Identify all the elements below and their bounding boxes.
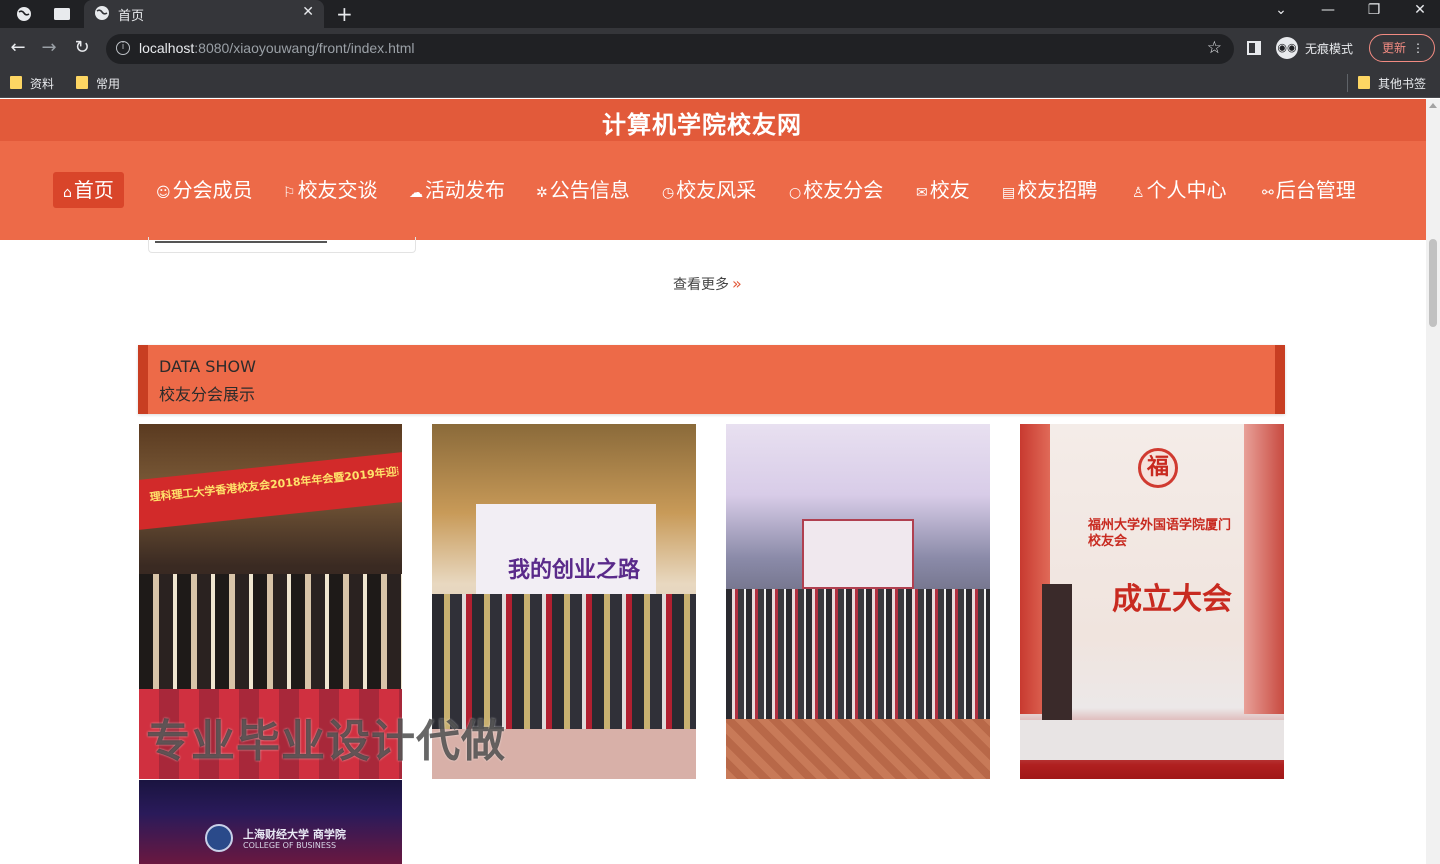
photo-headline: 成立大会 xyxy=(1112,582,1232,617)
url-text[interactable]: localhost:8080/xiaoyouwang/front/index.h… xyxy=(139,40,415,56)
page-viewport: 计算机学院校友网 ⌂ 首页 ☺ 分会成员 ⚐ 校友交谈 ☁ 活动发布 ✲ 公告信息 ◷ 校友… xyxy=(0,99,1440,864)
nav-item-branches[interactable]: ○ 校友分会 xyxy=(783,172,889,208)
cloud-icon: ☁ xyxy=(409,185,423,201)
bookmarks-bar: 资料 常用 其他书签 xyxy=(0,68,1440,98)
branch-photo-4[interactable]: 福 福州大学外国语学院厦门校友会 成立大会 xyxy=(1020,424,1284,779)
browser-tab-bar: 首页 ✕ + ⌄ — ❐ ✕ xyxy=(0,0,1440,28)
nav-item-notices[interactable]: ✲ 公告信息 xyxy=(530,172,636,208)
link-icon: ⚯ xyxy=(1262,185,1274,201)
site-title: 计算机学院校友网 xyxy=(602,111,802,139)
flag-icon: ⚐ xyxy=(283,185,296,201)
info-icon[interactable]: i xyxy=(116,41,130,55)
branch-photo-3[interactable] xyxy=(726,424,990,779)
scrollbar-thumb[interactable] xyxy=(1429,239,1437,327)
nav-item-events[interactable]: ☁ 活动发布 xyxy=(403,172,511,208)
folder-icon xyxy=(10,76,22,89)
scroll-up-icon[interactable] xyxy=(1429,103,1437,108)
chevron-down-icon[interactable]: ⌄ xyxy=(1258,2,1304,18)
tab-strip-icon[interactable] xyxy=(52,4,72,24)
bookmark-folder-1[interactable]: 常用 xyxy=(74,75,120,92)
nav-item-home[interactable]: ⌂ 首页 xyxy=(53,172,124,208)
nav-item-jobs[interactable]: ▤ 校友招聘 xyxy=(996,172,1103,208)
close-window-icon[interactable]: ✕ xyxy=(1397,2,1440,18)
back-arrow-icon[interactable]: ← xyxy=(7,37,29,58)
nav-item-profile[interactable]: ♙ 个人中心 xyxy=(1126,172,1233,208)
globe-icon xyxy=(94,5,110,25)
smile-icon: ☺ xyxy=(156,185,171,201)
incognito-label: 无痕模式 xyxy=(1305,42,1354,56)
photo-banner-text: 福州大学外国语学院厦门校友会 xyxy=(1088,518,1232,549)
globe-icon[interactable] xyxy=(14,4,34,24)
home-icon: ⌂ xyxy=(63,185,72,201)
minimize-icon[interactable]: — xyxy=(1305,2,1351,18)
photo-banner-text: 上海财经大学 商学院 xyxy=(243,828,346,841)
previous-section-card xyxy=(148,237,416,253)
seal-icon: 福 xyxy=(1138,448,1178,488)
user-icon: ♙ xyxy=(1132,185,1145,201)
sparkle-icon: ✲ xyxy=(536,185,548,201)
browser-tab-home[interactable]: 首页 ✕ xyxy=(84,0,324,28)
restore-icon[interactable]: ❐ xyxy=(1351,2,1397,18)
browser-toolbar: ← → ↻ i localhost:8080/xiaoyouwang/front… xyxy=(0,28,1440,68)
double-chevron-right-icon: » xyxy=(732,274,742,293)
clipboard-icon: ▤ xyxy=(1002,185,1016,201)
branch-photo-5[interactable]: 上海财经大学 商学院 COLLEGE OF BUSINESS xyxy=(139,780,402,864)
photo-sub-text: COLLEGE OF BUSINESS xyxy=(243,841,337,850)
folder-icon xyxy=(76,76,88,89)
reload-icon[interactable]: ↻ xyxy=(71,37,93,58)
view-more-link[interactable]: 查看更多» xyxy=(673,274,742,294)
site-title-bar: 计算机学院校友网 xyxy=(0,99,1426,141)
address-bar[interactable]: i localhost:8080/xiaoyouwang/front/index… xyxy=(106,34,1234,64)
clock-icon: ◷ xyxy=(662,185,675,201)
nav-item-chat[interactable]: ⚐ 校友交谈 xyxy=(277,172,384,208)
page-scrollbar[interactable] xyxy=(1426,99,1440,864)
section-header: DATA SHOW 校友分会展示 xyxy=(138,345,1285,414)
nav-item-alumni[interactable]: ✉ 校友 xyxy=(910,172,976,208)
watermark-overlay: 专业毕业设计代做 xyxy=(146,716,506,767)
new-tab-button[interactable]: + xyxy=(336,2,353,26)
nav-item-admin[interactable]: ⚯ 后台管理 xyxy=(1256,172,1362,208)
side-panel-icon[interactable] xyxy=(1247,41,1261,55)
section-title-en: DATA SHOW xyxy=(159,357,256,376)
bookmark-folder-0[interactable]: 资料 xyxy=(8,75,54,92)
folder-icon xyxy=(1358,76,1370,89)
section-title-cn: 校友分会展示 xyxy=(159,385,256,404)
circle-icon: ○ xyxy=(789,185,802,201)
mail-icon: ✉ xyxy=(916,185,928,201)
close-icon[interactable]: ✕ xyxy=(302,4,314,20)
forward-arrow-icon[interactable]: → xyxy=(38,37,60,58)
star-icon[interactable]: ☆ xyxy=(1207,38,1222,58)
photo-banner-text: 我的创业之路 xyxy=(508,558,641,583)
update-button[interactable]: 更新 ⋮ xyxy=(1369,34,1435,62)
bookmark-separator xyxy=(1347,74,1348,92)
more-menu-icon[interactable]: ⋮ xyxy=(1412,35,1424,61)
tab-title: 首页 xyxy=(118,9,145,24)
other-bookmarks[interactable]: 其他书签 xyxy=(1356,75,1426,92)
nav-item-members[interactable]: ☺ 分会成员 xyxy=(150,172,259,208)
incognito-icon[interactable]: ◉◉ xyxy=(1276,37,1298,59)
site-header: 计算机学院校友网 ⌂ 首页 ☺ 分会成员 ⚐ 校友交谈 ☁ 活动发布 ✲ 公告信息 ◷ 校友… xyxy=(0,99,1426,240)
nav-item-style[interactable]: ◷ 校友风采 xyxy=(656,172,762,208)
